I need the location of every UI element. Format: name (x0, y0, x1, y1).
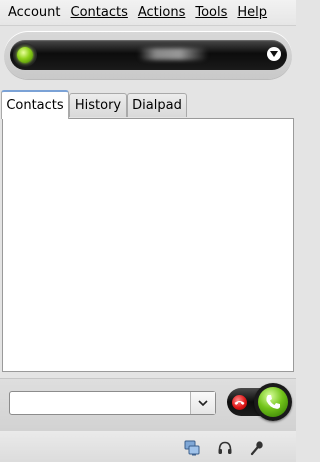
menu-actions[interactable]: Actions (138, 5, 186, 20)
account-status-selector[interactable] (10, 40, 287, 70)
phone-icon (266, 395, 280, 409)
menu-contacts-accel: Contacts (70, 5, 128, 20)
menu-help-accel: Help (237, 5, 268, 20)
dial-combobox[interactable] (9, 391, 216, 415)
tab-history[interactable]: History (69, 93, 127, 117)
account-status-bar (4, 31, 292, 79)
dial-input[interactable] (10, 392, 198, 414)
menu-help[interactable]: Help (237, 5, 267, 20)
status-indicator[interactable] (13, 43, 37, 67)
tab-history-label: History (74, 98, 122, 113)
menu-actions-accel: Actions (137, 5, 186, 20)
tab-bar: Contacts History Dialpad (0, 90, 296, 119)
tab-dialpad[interactable]: Dialpad (127, 93, 187, 117)
tab-contacts[interactable]: Contacts (1, 90, 69, 119)
status-footer (0, 431, 296, 462)
screen-share-icon[interactable] (184, 440, 200, 456)
menu-tools-accel: Tools (195, 5, 228, 20)
hangup-button[interactable] (232, 395, 247, 410)
chevron-down-icon (198, 400, 208, 406)
microphone-icon[interactable] (249, 440, 265, 456)
chevron-down-icon (270, 51, 278, 57)
tab-contacts-label: Contacts (6, 98, 64, 113)
menu-account[interactable]: Account (8, 5, 61, 20)
call-button[interactable] (254, 383, 292, 421)
tab-dialpad-label: Dialpad (132, 98, 182, 113)
status-dropdown-button[interactable] (267, 47, 281, 61)
status-online-icon (17, 47, 33, 63)
menu-contacts[interactable]: Contacts (71, 5, 128, 20)
call-area (0, 378, 296, 432)
menu-tools[interactable]: Tools (195, 5, 227, 20)
headset-icon[interactable] (217, 440, 233, 456)
hangup-icon (234, 400, 245, 405)
menubar: Account Contacts Actions Tools Help (0, 0, 296, 26)
call-button-face (258, 387, 288, 417)
contact-list[interactable] (2, 118, 294, 372)
dial-history-dropdown[interactable] (190, 392, 215, 414)
account-name-blurred (138, 48, 208, 60)
